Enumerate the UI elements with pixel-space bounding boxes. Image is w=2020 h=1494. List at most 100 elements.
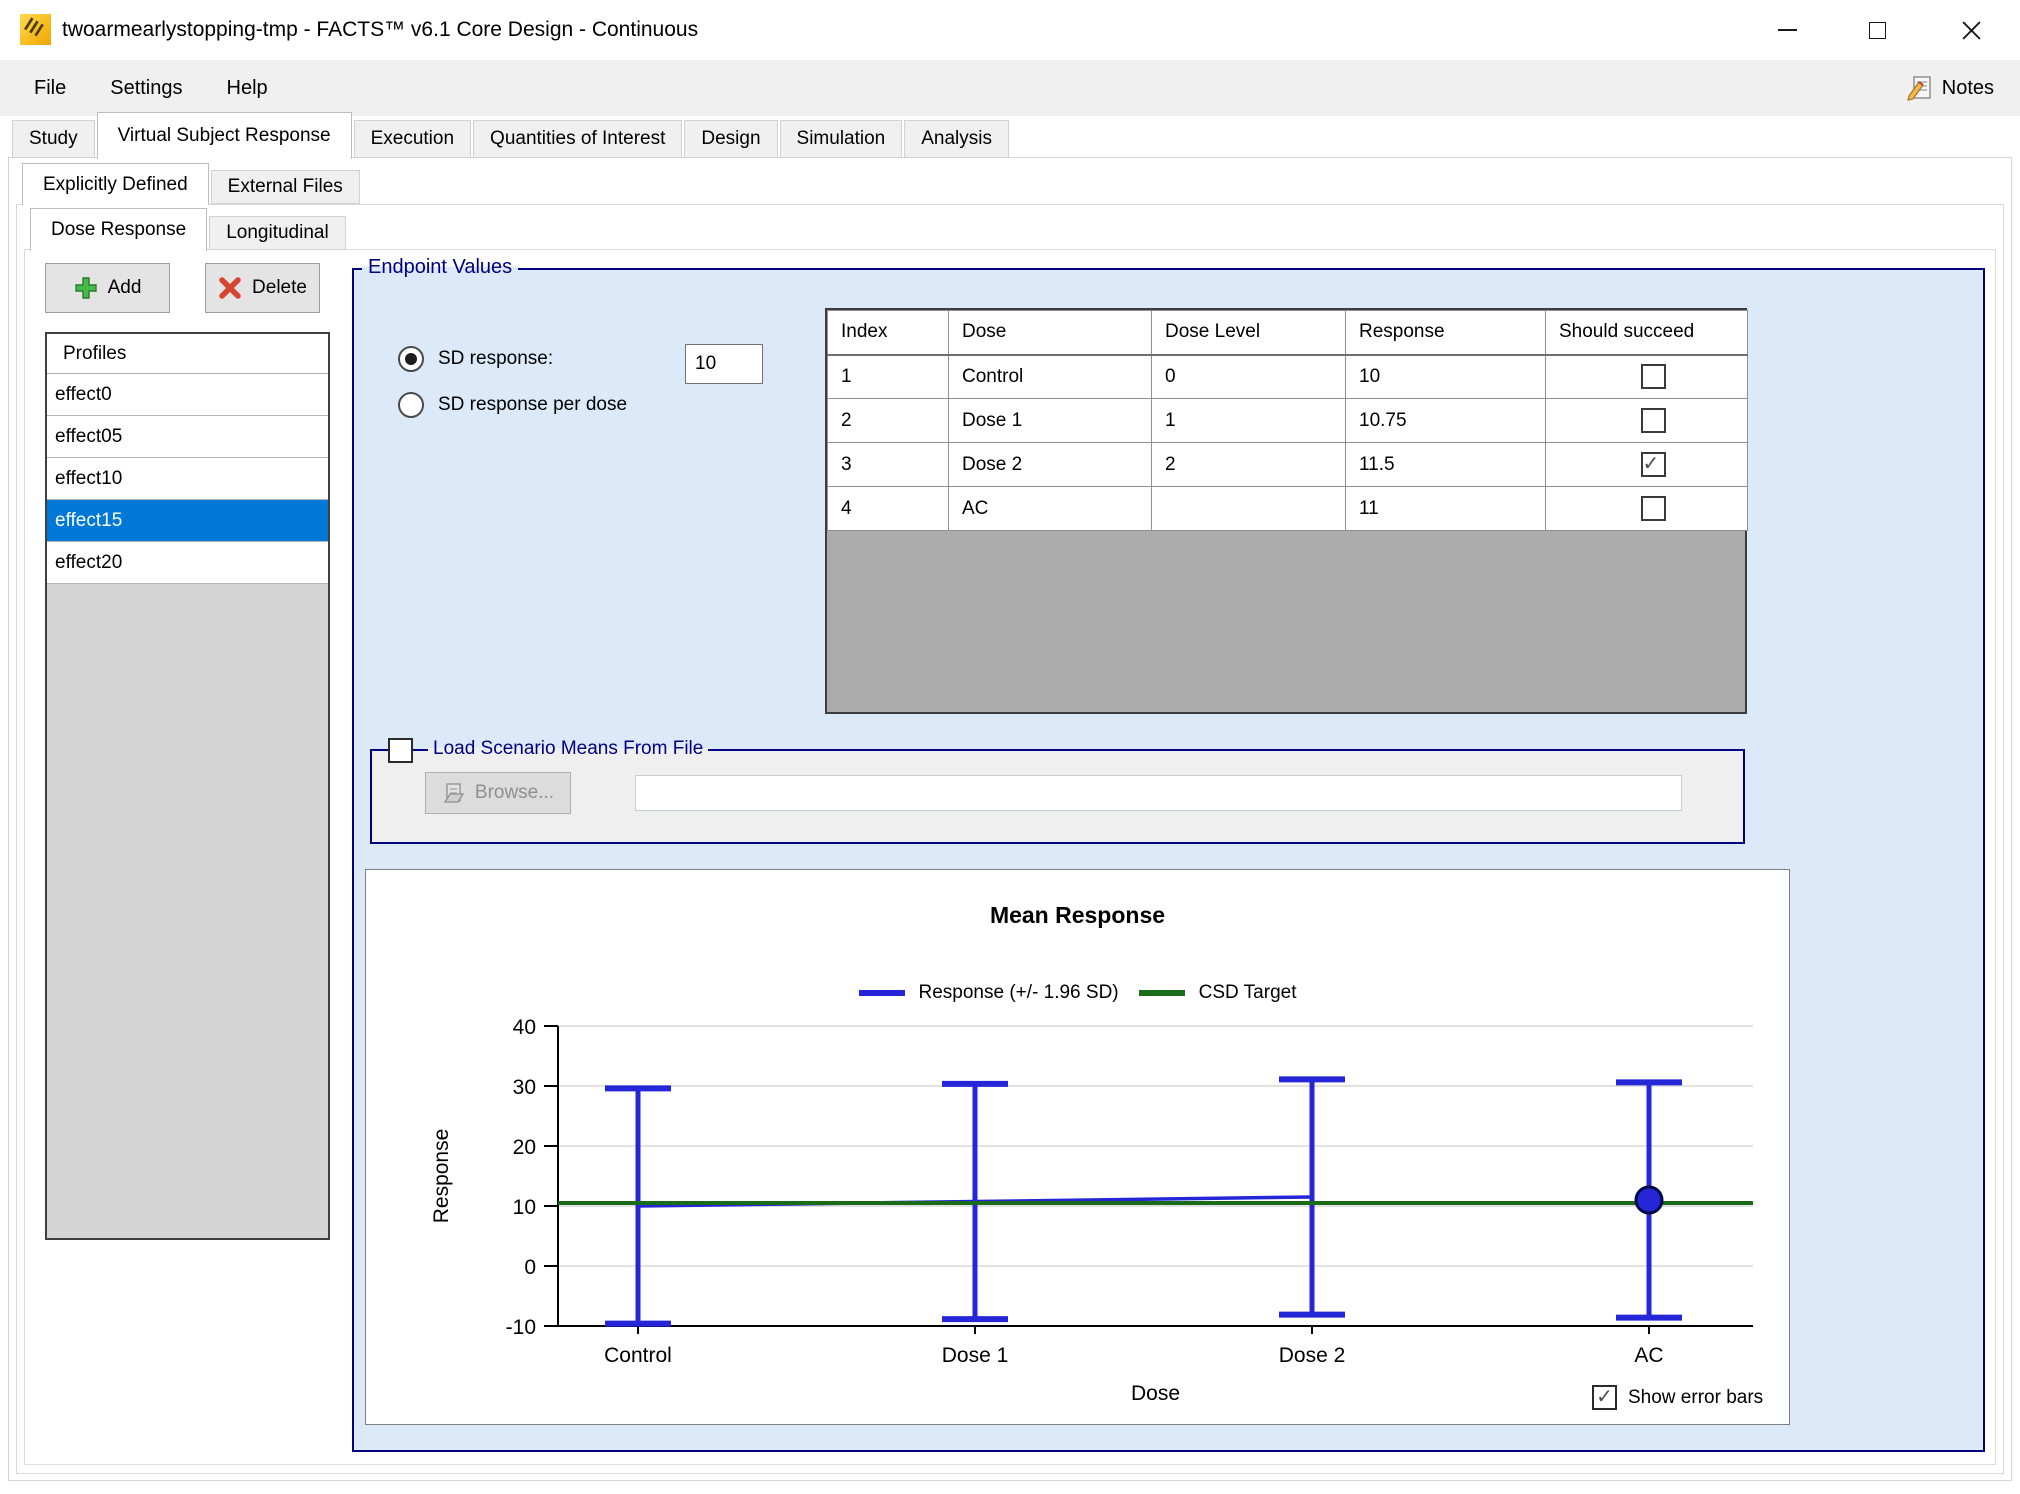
sd-response-input[interactable]: [685, 344, 763, 384]
notes-icon: [1906, 74, 1934, 102]
maximize-icon: [1869, 22, 1886, 39]
cell-dose_level-row-1[interactable]: 0: [1152, 355, 1346, 399]
main-tab-quantities-of-interest[interactable]: Quantities of Interest: [473, 120, 682, 158]
y-tick-label-40: 40: [513, 1016, 536, 1039]
cell-dose_level-row-3[interactable]: 2: [1152, 443, 1346, 487]
main-tab-simulation[interactable]: Simulation: [780, 120, 903, 158]
load-scenario-label: Load Scenario Means From File: [428, 738, 708, 760]
cell-dose_level-row-2[interactable]: 1: [1152, 399, 1346, 443]
column-header-dose: Dose: [949, 311, 1152, 355]
cell-response-row-1[interactable]: 10: [1346, 355, 1546, 399]
scenario-file-path-input[interactable]: [635, 775, 1682, 811]
delete-x-icon: [218, 276, 242, 300]
maximize-button[interactable]: [1846, 0, 1908, 60]
endpoint-table-header: IndexDoseDose LevelResponseShould succee…: [828, 311, 1748, 355]
should-succeed-checkbox-1[interactable]: [1641, 364, 1666, 389]
sd-response-per-dose-radio[interactable]: [398, 392, 424, 418]
x-category-label-Dose 2: Dose 2: [1279, 1344, 1346, 1367]
column-header-should-succeed: Should succeed: [1546, 311, 1748, 355]
profile-row-effect15[interactable]: effect15: [47, 500, 328, 542]
x-category-label-AC: AC: [1634, 1344, 1663, 1367]
profile-row-effect20[interactable]: effect20: [47, 542, 328, 584]
profiles-rows: effect0effect05effect10effect15effect20: [47, 374, 328, 584]
add-button[interactable]: Add: [45, 263, 170, 313]
inner-tab-longitudinal[interactable]: Longitudinal: [209, 216, 345, 250]
cell-should-succeed-row-3: ✓: [1546, 443, 1748, 487]
show-error-bars-checkbox[interactable]: ✓: [1592, 1385, 1617, 1410]
chart-legend: Response (+/- 1.96 SD) CSD Target: [366, 982, 1789, 1004]
menu-help[interactable]: Help: [205, 60, 290, 116]
sd-response-per-dose-label: SD response per dose: [438, 394, 627, 416]
cell-dose_level-row-4[interactable]: [1152, 487, 1346, 531]
notes-button[interactable]: Notes: [1902, 70, 1998, 106]
window-title: twoarmearlystopping-tmp - FACTS™ v6.1 Co…: [62, 0, 698, 60]
sd-response-label: SD response:: [438, 348, 553, 370]
cell-dose-row-2[interactable]: Dose 1: [949, 399, 1152, 443]
should-succeed-checkbox-3[interactable]: ✓: [1641, 452, 1666, 477]
legend-item-response: Response (+/- 1.96 SD): [859, 982, 1119, 1004]
should-succeed-checkbox-2[interactable]: [1641, 408, 1666, 433]
legend-response-label: Response (+/- 1.96 SD): [919, 982, 1119, 1004]
minimize-icon: [1778, 29, 1797, 31]
endpoint-row-3: 3Dose 2211.5 ✓: [828, 443, 1748, 487]
cell-dose-row-4[interactable]: AC: [949, 487, 1152, 531]
inner-tab-strip: Dose ResponseLongitudinal: [30, 208, 348, 251]
sd-response-option[interactable]: SD response:: [398, 346, 553, 372]
x-category-label-Control: Control: [604, 1344, 672, 1367]
profiles-list: Profiles effect0effect05effect10effect15…: [45, 332, 330, 1240]
browse-button[interactable]: Browse...: [425, 772, 571, 814]
minimize-button[interactable]: [1756, 0, 1818, 60]
load-scenario-group: Load Scenario Means From File Browse...: [370, 749, 1745, 844]
main-tab-execution[interactable]: Execution: [354, 120, 471, 158]
close-button[interactable]: [1936, 0, 2006, 60]
column-header-index: Index: [828, 311, 949, 355]
main-tab-study[interactable]: Study: [12, 120, 95, 158]
cell-response-row-4[interactable]: 11: [1346, 487, 1546, 531]
y-tick-label-10: 10: [513, 1196, 536, 1219]
sub-tab-external-files[interactable]: External Files: [211, 170, 360, 204]
add-plus-icon: [74, 276, 98, 300]
y-tick-label-0: 0: [524, 1256, 536, 1279]
delete-button[interactable]: Delete: [205, 263, 320, 313]
load-scenario-checkbox[interactable]: [388, 738, 413, 763]
plot-area: 403020100-10ControlDose 1Dose 2ACRespons…: [366, 870, 1791, 1426]
legend-csd-swatch: [1139, 990, 1185, 996]
column-header-dose-level: Dose Level: [1152, 311, 1346, 355]
cell-index-row-2[interactable]: 2: [828, 399, 949, 443]
main-tab-virtual-subject-response[interactable]: Virtual Subject Response: [97, 112, 352, 159]
notes-label: Notes: [1942, 77, 1994, 100]
should-succeed-checkbox-4[interactable]: [1641, 496, 1666, 521]
endpoint-values-label: Endpoint Values: [362, 256, 518, 279]
cell-should-succeed-row-2: [1546, 399, 1748, 443]
cell-response-row-3[interactable]: 11.5: [1346, 443, 1546, 487]
profile-row-effect10[interactable]: effect10: [47, 458, 328, 500]
menu-file[interactable]: File: [12, 60, 88, 116]
endpoint-values-panel: Endpoint Values SD response: SD response…: [352, 268, 1985, 1452]
endpoint-row-4: 4AC 11: [828, 487, 1748, 531]
main-tab-design[interactable]: Design: [684, 120, 777, 158]
sub-tab-explicitly-defined[interactable]: Explicitly Defined: [22, 163, 209, 205]
legend-response-swatch: [859, 990, 905, 996]
cell-index-row-4[interactable]: 4: [828, 487, 949, 531]
profile-row-effect0[interactable]: effect0: [47, 374, 328, 416]
x-category-label-Dose 1: Dose 1: [942, 1344, 1009, 1367]
sd-response-per-dose-option[interactable]: SD response per dose: [398, 392, 627, 418]
y-tick-label-20: 20: [513, 1136, 536, 1159]
main-tab-analysis[interactable]: Analysis: [904, 120, 1009, 158]
close-icon: [1961, 20, 1982, 41]
menu-settings[interactable]: Settings: [88, 60, 204, 116]
mean-response-chart: 403020100-10ControlDose 1Dose 2ACRespons…: [365, 869, 1790, 1425]
inner-tab-dose-response[interactable]: Dose Response: [30, 208, 207, 251]
cell-response-row-2[interactable]: 10.75: [1346, 399, 1546, 443]
cell-index-row-1[interactable]: 1: [828, 355, 949, 399]
sub-tab-strip: Explicitly DefinedExternal Files: [22, 163, 362, 205]
legend-csd-label: CSD Target: [1199, 982, 1297, 1004]
browse-file-icon: [442, 781, 466, 805]
endpoint-row-2: 2Dose 1110.75: [828, 399, 1748, 443]
cell-index-row-3[interactable]: 3: [828, 443, 949, 487]
cell-dose-row-1[interactable]: Control: [949, 355, 1152, 399]
cell-dose-row-3[interactable]: Dose 2: [949, 443, 1152, 487]
app-window: twoarmearlystopping-tmp - FACTS™ v6.1 Co…: [0, 0, 2020, 1494]
profile-row-effect05[interactable]: effect05: [47, 416, 328, 458]
sd-response-radio[interactable]: [398, 346, 424, 372]
